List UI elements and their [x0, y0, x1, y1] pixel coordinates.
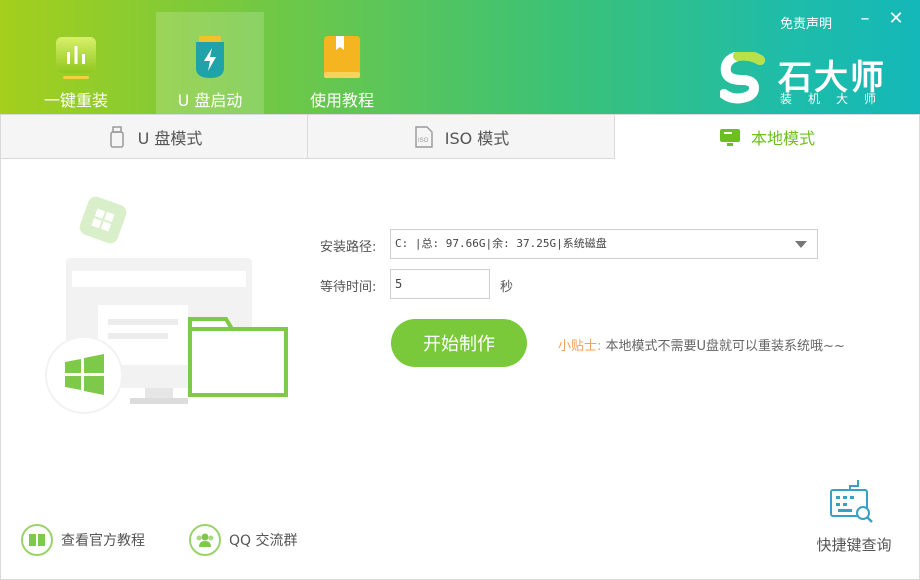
tab-label: ISO 模式 [444, 128, 510, 148]
official-tutorial-label: 查看官方教程 [61, 533, 145, 549]
wait-time-input[interactable] [390, 269, 490, 299]
iso-file-icon: ISO [415, 125, 433, 148]
chart-bar-icon [56, 37, 96, 79]
users-group-icon [189, 524, 221, 556]
shortcut-query-label: 快捷键查询 [816, 536, 892, 554]
usb-stick-icon [109, 125, 124, 148]
svg-text:ISO: ISO [418, 138, 429, 144]
mode-tabs: U 盘模式 ISO ISO 模式 本地模式 [0, 114, 920, 159]
header-bar: 一键重装 U 盘启动 使用教程 免责声明 – ✕ 石大师 装机大师 [0, 0, 920, 114]
tab-iso-mode[interactable]: ISO ISO 模式 [307, 114, 615, 159]
monitor-icon [719, 129, 740, 146]
brand-logo: 石大师 装机大师 [720, 48, 900, 108]
shortcut-query-button[interactable]: 快捷键查询 [812, 478, 896, 558]
wait-time-unit: 秒 [500, 280, 514, 295]
install-path-select[interactable]: C: |总: 97.66G|余: 37.25G|系统磁盘 [390, 229, 818, 259]
tip-text: 小贴士: 本地模式不需要U盘就可以重装系统哦~~ [558, 335, 845, 354]
disclaimer-link[interactable]: 免责声明 [780, 13, 832, 32]
wait-time-label: 等待时间: [320, 280, 377, 295]
qq-group-link[interactable]: QQ 交流群 [189, 523, 298, 557]
usb-drive-icon [196, 36, 224, 78]
close-button[interactable]: ✕ [885, 8, 907, 30]
chevron-down-icon [795, 241, 807, 248]
install-path-label: 安装路径: [320, 240, 377, 255]
tab-usb-mode[interactable]: U 盘模式 [0, 114, 308, 159]
tab-label: U 盘模式 [137, 128, 203, 148]
book-icon [21, 524, 53, 556]
nav-tutorial[interactable]: 使用教程 [288, 12, 396, 114]
install-path-value: C: |总: 97.66G|余: 37.25G|系统磁盘 [395, 237, 607, 250]
nav-label: 一键重装 [43, 91, 108, 110]
local-mode-illustration [45, 196, 288, 414]
tip-message: 本地模式不需要U盘就可以重装系统哦~~ [605, 339, 845, 354]
official-tutorial-link[interactable]: 查看官方教程 [21, 523, 145, 557]
qq-group-label: QQ 交流群 [229, 533, 298, 549]
tab-local-mode[interactable]: 本地模式 [614, 114, 920, 159]
brand-s-icon [720, 52, 765, 104]
tip-key: 小贴士: [558, 339, 602, 354]
keyboard-search-icon [830, 480, 873, 523]
tab-label: 本地模式 [750, 129, 815, 148]
nav-label: 使用教程 [309, 91, 374, 110]
nav-label: U 盘启动 [177, 91, 243, 110]
nav-one-click-reinstall[interactable]: 一键重装 [22, 12, 130, 114]
nav-usb-boot[interactable]: U 盘启动 [156, 12, 264, 114]
brand-subtitle: 装机大师 [780, 92, 893, 106]
minimize-button[interactable]: – [854, 8, 876, 30]
start-make-button[interactable]: 开始制作 [391, 319, 527, 367]
tutorial-book-icon [324, 36, 360, 78]
